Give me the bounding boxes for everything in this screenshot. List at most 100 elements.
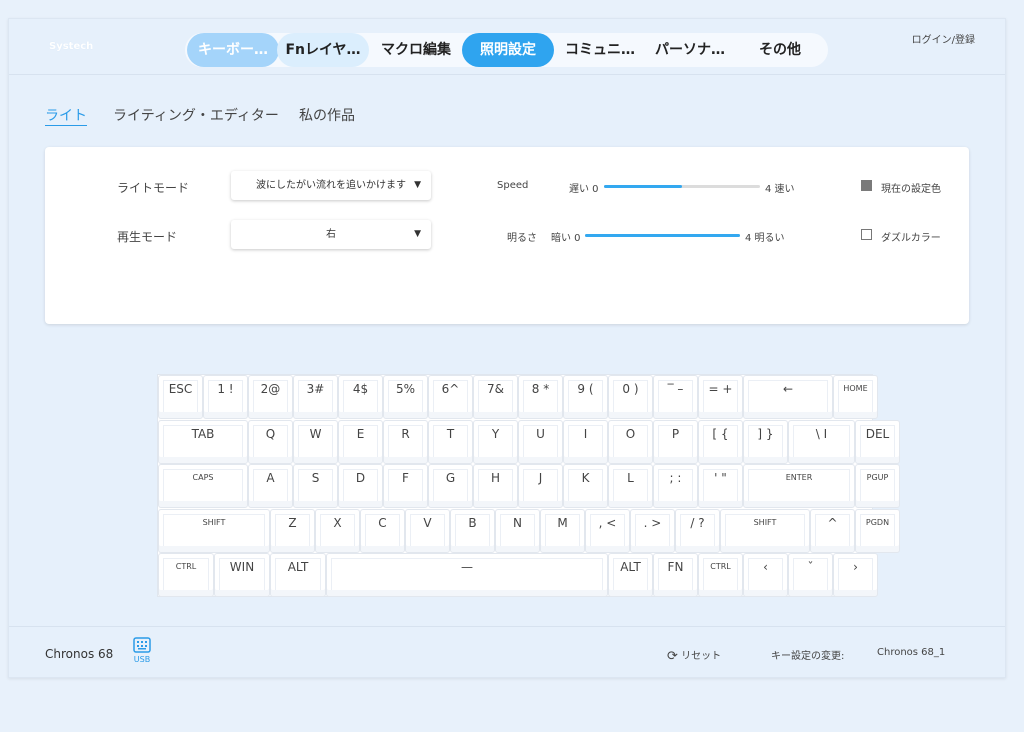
key-1-5[interactable]: T (428, 419, 473, 464)
subtab-my-works[interactable]: 私の作品 (299, 105, 355, 125)
chevron-down-icon: ▼ (414, 229, 421, 239)
key-2-1[interactable]: A (248, 464, 293, 508)
tab-lighting[interactable]: 照明設定 (462, 33, 554, 67)
key-2-12[interactable]: ENTER (743, 464, 855, 508)
tab-other[interactable]: その他 (735, 33, 825, 67)
key-4-8[interactable]: ˇ (788, 553, 833, 597)
key-3-8[interactable]: , < (585, 508, 630, 553)
key-1-9[interactable]: O (608, 419, 653, 464)
play-mode-select[interactable]: 右 ▼ (231, 220, 431, 249)
key-4-0[interactable]: CTRL (158, 553, 214, 597)
key-2-7[interactable]: J (518, 464, 563, 508)
key-0-1[interactable]: 1 ! (203, 375, 248, 419)
key-1-4[interactable]: R (383, 419, 428, 464)
key-4-5[interactable]: FN (653, 553, 698, 597)
key-4-7[interactable]: ‹ (743, 553, 788, 597)
key-1-10[interactable]: P (653, 419, 698, 464)
key-4-4[interactable]: ALT (608, 553, 653, 597)
key-2-4[interactable]: F (383, 464, 428, 508)
key-3-3[interactable]: C (360, 508, 405, 553)
key-0-2[interactable]: 2@ (248, 375, 293, 419)
key-0-6[interactable]: 6^ (428, 375, 473, 419)
key-1-11[interactable]: [ { (698, 419, 743, 464)
key-2-6[interactable]: H (473, 464, 518, 508)
speed-slider-fill (604, 185, 682, 188)
brand-logo: Systech (49, 41, 94, 52)
key-2-13[interactable]: PGUP (855, 464, 900, 508)
key-2-9[interactable]: L (608, 464, 653, 508)
key-2-0[interactable]: CAPS (158, 464, 248, 508)
current-color-label: 現在の設定色 (881, 184, 941, 195)
key-3-4[interactable]: V (405, 508, 450, 553)
key-2-3[interactable]: D (338, 464, 383, 508)
speed-slider[interactable] (604, 185, 760, 188)
key-0-4[interactable]: 4$ (338, 375, 383, 419)
key-3-13[interactable]: PGDN (855, 508, 900, 553)
key-2-5[interactable]: G (428, 464, 473, 508)
key-0-14[interactable]: HOME (833, 375, 878, 419)
key-1-0[interactable]: TAB (158, 419, 248, 464)
tab-macro[interactable]: マクロ編集 (371, 33, 461, 67)
key-3-0[interactable]: SHIFT (158, 508, 270, 553)
chevron-down-icon: ▼ (414, 180, 421, 190)
key-1-2[interactable]: W (293, 419, 338, 464)
key-3-12[interactable]: ^ (810, 508, 855, 553)
key-2-10[interactable]: ; : (653, 464, 698, 508)
key-3-7[interactable]: M (540, 508, 585, 553)
light-mode-select[interactable]: 波にしたがい流れを追いかけます ▼ (231, 171, 431, 200)
key-config-label: キー設定の変更: (771, 651, 845, 662)
key-0-5[interactable]: 5% (383, 375, 428, 419)
key-3-11[interactable]: SHIFT (720, 508, 810, 553)
tab-personal[interactable]: パーソナ… (645, 33, 735, 67)
key-0-10[interactable]: 0 ) (608, 375, 653, 419)
key-4-9[interactable]: › (833, 553, 878, 597)
speed-label: Speed (497, 180, 529, 191)
key-1-8[interactable]: I (563, 419, 608, 464)
login-link[interactable]: ログイン/登録 (912, 31, 975, 46)
key-0-11[interactable]: ‾ – (653, 375, 698, 419)
key-1-13[interactable]: \ I (788, 419, 855, 464)
profile-name[interactable]: Chronos 68_1 (877, 647, 945, 658)
dazzle-color-checkbox[interactable] (861, 229, 872, 240)
key-0-12[interactable]: = + (698, 375, 743, 419)
key-0-7[interactable]: 7& (473, 375, 518, 419)
key-2-8[interactable]: K (563, 464, 608, 508)
tab-fn-layer[interactable]: Fnレイヤ… (277, 33, 369, 67)
current-color-checkbox[interactable] (861, 180, 872, 191)
tab-keyboard[interactable]: キーボー… (187, 33, 279, 67)
key-1-3[interactable]: E (338, 419, 383, 464)
reset-button[interactable]: ⟳ リセット (667, 647, 721, 664)
subtab-light[interactable]: ライト (45, 105, 87, 125)
lighting-settings-panel: ライトモード 波にしたがい流れを追いかけます ▼ 再生モード 右 ▼ Speed… (45, 147, 969, 324)
connection-label: USB (133, 655, 151, 664)
key-3-1[interactable]: Z (270, 508, 315, 553)
key-0-0[interactable]: ESC (158, 375, 203, 419)
key-0-3[interactable]: 3# (293, 375, 338, 419)
key-4-3[interactable]: — (326, 553, 608, 597)
key-3-9[interactable]: . > (630, 508, 675, 553)
key-0-13[interactable]: ← (743, 375, 833, 419)
keyboard-layout: ESC 1 ! 2@ 3# 4$ 5% 6^ 7& 8 * 9 (0 ) ‾ – = + ← HOME TA… (157, 374, 900, 597)
key-1-7[interactable]: U (518, 419, 563, 464)
light-mode-value: 波にしたがい流れを追いかけます (256, 180, 406, 191)
key-1-12[interactable]: ] } (743, 419, 788, 464)
brightness-slider[interactable] (585, 234, 740, 237)
usb-connection: USB (131, 637, 153, 664)
key-3-10[interactable]: / ? (675, 508, 720, 553)
key-1-14[interactable]: DEL (855, 419, 900, 464)
play-mode-value: 右 (326, 229, 336, 240)
key-1-1[interactable]: Q (248, 419, 293, 464)
tab-community[interactable]: コミュニ… (555, 33, 645, 67)
key-3-2[interactable]: X (315, 508, 360, 553)
key-3-6[interactable]: N (495, 508, 540, 553)
key-1-6[interactable]: Y (473, 419, 518, 464)
key-4-1[interactable]: WIN (214, 553, 270, 597)
key-4-6[interactable]: CTRL (698, 553, 743, 597)
subtab-lighting-editor[interactable]: ライティング・エディター (113, 105, 279, 125)
key-3-5[interactable]: B (450, 508, 495, 553)
key-2-2[interactable]: S (293, 464, 338, 508)
key-4-2[interactable]: ALT (270, 553, 326, 597)
key-2-11[interactable]: ' " (698, 464, 743, 508)
key-0-9[interactable]: 9 ( (563, 375, 608, 419)
key-0-8[interactable]: 8 * (518, 375, 563, 419)
